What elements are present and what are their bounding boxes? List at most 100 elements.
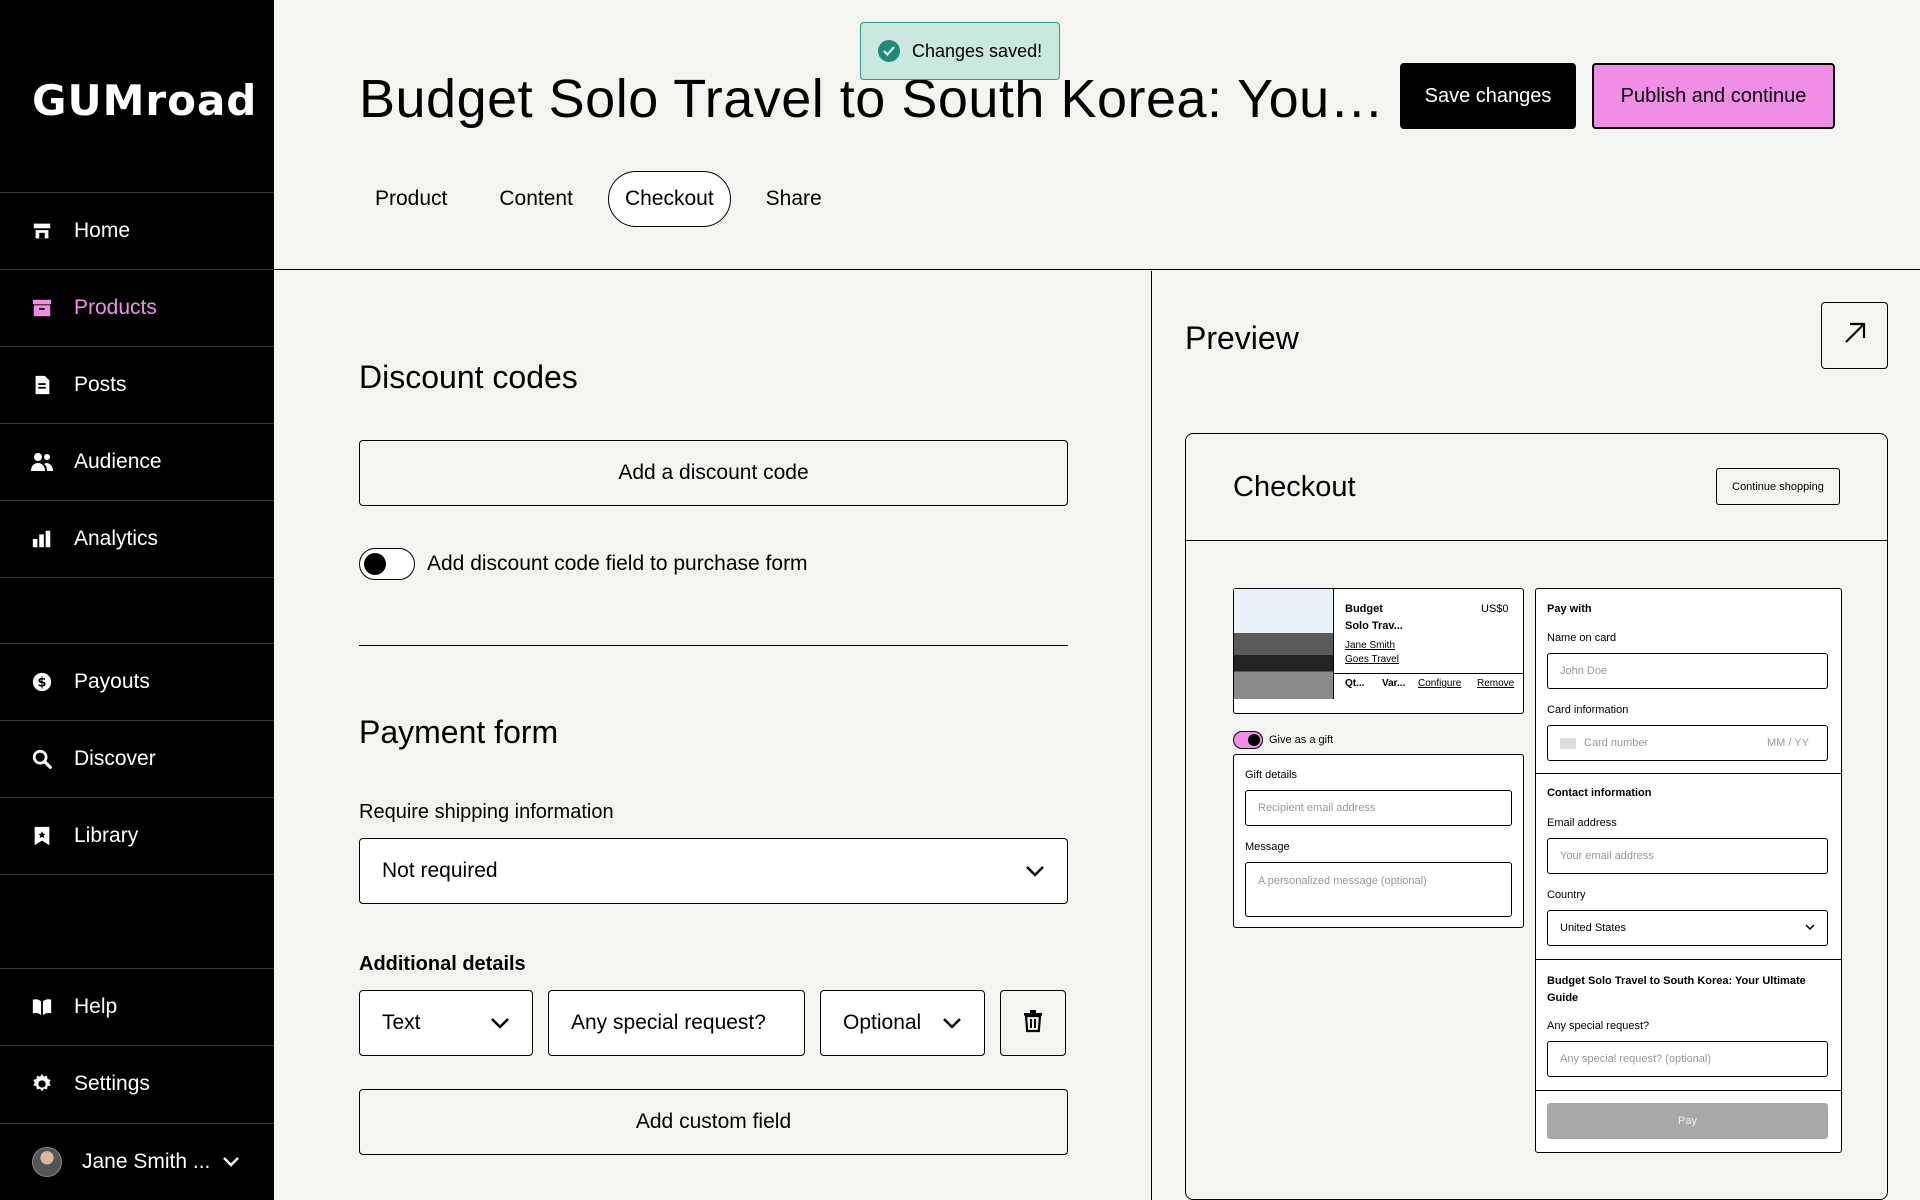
checkout-preview: Checkout Continue shopping Budget Solo T…	[1185, 433, 1888, 1200]
product-thumbnail	[1234, 589, 1334, 699]
divider	[1536, 1090, 1841, 1091]
open-preview-button[interactable]	[1821, 302, 1888, 369]
chevron-down-icon	[942, 1011, 962, 1035]
sidebar-item-discover[interactable]: Discover	[0, 720, 274, 797]
sidebar-item-products[interactable]: Products	[0, 269, 274, 346]
field-type-value: Text	[382, 1011, 421, 1034]
recipient-email-input[interactable]: Recipient email address	[1245, 790, 1512, 826]
tab-share[interactable]: Share	[749, 171, 839, 227]
dollar-icon: $	[30, 670, 54, 694]
seller-link-2[interactable]: Goes Travel	[1345, 654, 1399, 665]
add-discount-button[interactable]: Add a discount code	[359, 440, 1068, 506]
tabs: Product Content Checkout Share	[358, 171, 839, 227]
seller-link-1[interactable]: Jane Smith	[1345, 640, 1395, 651]
chevron-down-icon	[490, 1011, 510, 1035]
card-number-field: Card number	[1560, 737, 1648, 749]
sidebar-item-label: Posts	[74, 373, 127, 396]
trash-icon	[1023, 1009, 1043, 1038]
sidebar-item-analytics[interactable]: Analytics	[0, 500, 274, 577]
message-input[interactable]: A personalized message (optional)	[1245, 862, 1512, 917]
pay-button[interactable]: Pay	[1547, 1103, 1828, 1139]
chevron-down-icon	[222, 1150, 240, 1174]
svg-text:$: $	[38, 676, 47, 691]
save-button[interactable]: Save changes	[1400, 63, 1576, 129]
sidebar-item-label: Discover	[74, 747, 156, 770]
tab-product[interactable]: Product	[358, 171, 464, 227]
arrow-up-right-icon	[1842, 320, 1868, 351]
remove-link[interactable]: Remove	[1477, 678, 1514, 689]
product-name-line2: Solo Trav...	[1345, 620, 1403, 632]
sidebar-item-audience[interactable]: Audience	[0, 423, 274, 500]
add-custom-field-button[interactable]: Add custom field	[359, 1089, 1068, 1155]
discount-toggle-label: Add discount code field to purchase form	[427, 552, 808, 575]
sidebar-item-posts[interactable]: Posts	[0, 346, 274, 423]
card-icon	[1560, 737, 1576, 749]
product-full-title: Budget Solo Travel to South Korea: Your …	[1547, 975, 1806, 1004]
chevron-down-icon	[1805, 922, 1815, 934]
email-input[interactable]: Your email address	[1547, 838, 1828, 874]
avatar	[32, 1147, 62, 1177]
gear-icon	[30, 1072, 54, 1096]
sidebar-nav-main: Home Products Posts Audience Analytics	[0, 192, 274, 578]
country-select[interactable]: United States	[1547, 910, 1828, 946]
tab-checkout[interactable]: Checkout	[607, 171, 731, 227]
preview-heading: Preview	[1185, 320, 1299, 356]
sidebar-item-label: Help	[74, 995, 118, 1018]
variant-label: Var...	[1382, 678, 1406, 689]
product-name-line1: Budget	[1345, 603, 1383, 615]
publish-button[interactable]: Publish and continue	[1592, 63, 1835, 129]
toast-notification: Changes saved!	[860, 22, 1060, 80]
card-number-input[interactable]: Card number MM / YY	[1547, 725, 1828, 761]
name-on-card-input[interactable]: John Doe	[1547, 653, 1828, 689]
special-request-input[interactable]: Any special request? (optional)	[1547, 1041, 1828, 1077]
additional-details-label: Additional details	[359, 953, 526, 975]
country-label: Country	[1547, 889, 1586, 901]
gift-details-box: Gift details Recipient email address Mes…	[1233, 754, 1524, 928]
header: Budget Solo Travel to South Korea: Your …	[274, 0, 1920, 270]
shipping-select[interactable]: Not required	[359, 838, 1068, 904]
document-icon	[30, 373, 54, 397]
people-icon	[30, 450, 54, 474]
discount-heading: Discount codes	[359, 359, 578, 395]
custom-field-input[interactable]: Any special request?	[548, 990, 805, 1056]
gift-toggle-label: Give as a gift	[1269, 734, 1334, 746]
country-value: United States	[1560, 922, 1627, 934]
qty-label: Qt...	[1345, 678, 1365, 689]
product-price: US$0	[1481, 603, 1509, 615]
bookmark-icon	[30, 824, 54, 848]
continue-shopping-button[interactable]: Continue shopping	[1716, 468, 1840, 505]
field-type-select[interactable]: Text	[359, 990, 533, 1056]
message-label: Message	[1245, 841, 1290, 853]
discount-field-toggle[interactable]	[359, 548, 415, 580]
sidebar-item-label: Settings	[74, 1072, 150, 1095]
payment-heading: Payment form	[359, 714, 559, 750]
sidebar-item-payouts[interactable]: $ Payouts	[0, 643, 274, 720]
tab-content[interactable]: Content	[482, 171, 590, 227]
cart-item: Budget Solo Trav... US$0 Jane Smith Goes…	[1233, 588, 1524, 714]
sidebar-item-help[interactable]: Help	[0, 968, 274, 1045]
check-circle-icon	[878, 40, 900, 62]
sidebar-nav-bottom: Help Settings	[0, 968, 274, 1122]
sidebar-item-label: Analytics	[74, 527, 159, 550]
user-menu[interactable]: Jane Smith ...	[0, 1123, 274, 1200]
field-required-select[interactable]: Optional	[820, 990, 985, 1056]
store-icon	[30, 219, 54, 243]
email-label: Email address	[1547, 817, 1617, 829]
pay-with-label: Pay with	[1547, 603, 1592, 615]
name-on-card-label: Name on card	[1547, 632, 1617, 644]
gumroad-logo[interactable]: GUMroad	[32, 76, 257, 125]
payment-panel: Pay with Name on card John Doe Card info…	[1535, 588, 1842, 1153]
shipping-label: Require shipping information	[359, 801, 614, 823]
sidebar-item-settings[interactable]: Settings	[0, 1045, 274, 1122]
divider	[359, 645, 1068, 646]
sidebar-item-library[interactable]: Library	[0, 797, 274, 874]
checkout-settings: Discount codes Add a discount code Add d…	[274, 271, 1152, 1200]
gift-toggle[interactable]	[1233, 731, 1263, 749]
bar-chart-icon	[30, 527, 54, 551]
sidebar-item-home[interactable]: Home	[0, 192, 274, 269]
toggle-knob	[1248, 734, 1260, 746]
delete-field-button[interactable]	[1000, 990, 1066, 1056]
archive-icon	[30, 296, 54, 320]
configure-link[interactable]: Configure	[1418, 678, 1461, 689]
gift-details-label: Gift details	[1245, 769, 1297, 781]
